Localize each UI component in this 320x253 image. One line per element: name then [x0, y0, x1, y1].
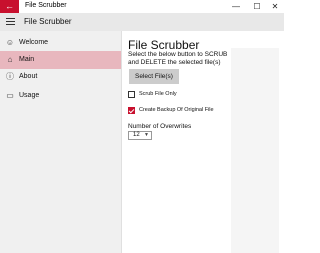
app-name: File Scrubber [24, 17, 72, 26]
window-title: File Scrubber [25, 2, 67, 9]
sidebar-item-welcome[interactable]: ☺ Welcome [0, 34, 121, 52]
create-backup-label: Create Backup Of Original File [139, 107, 214, 113]
sidebar-item-label: About [19, 73, 38, 80]
instructions-text: Select the below button to SCRUB and DEL… [128, 51, 228, 66]
hamburger-menu-icon[interactable] [6, 18, 15, 26]
page-title: File Scrubber [128, 38, 200, 52]
scrub-only-checkbox[interactable] [128, 91, 135, 98]
back-button[interactable]: ← [0, 0, 19, 13]
chevron-down-icon: ▼ [144, 132, 149, 138]
overwrites-label: Number of Overwrites [128, 123, 192, 130]
close-button[interactable]: ✕ [268, 1, 282, 12]
smiley-icon: ☺ [5, 38, 15, 47]
home-icon: ⌂ [7, 55, 13, 64]
sidebar-item-about[interactable]: ⓘ About [0, 68, 121, 86]
minimize-icon: — [232, 2, 240, 11]
book-icon: ▭ [6, 91, 14, 100]
side-panel [231, 48, 279, 253]
sidebar-item-label: Welcome [19, 39, 49, 46]
back-arrow-icon: ← [5, 1, 14, 11]
scrub-only-label: Scrub File Only [139, 91, 177, 97]
maximize-button[interactable]: ☐ [250, 1, 264, 12]
sidebar-item-usage[interactable]: ▭ Usage [0, 87, 121, 105]
sidebar-item-label: Usage [19, 92, 40, 99]
app-header: File Scrubber [0, 13, 284, 31]
overwrites-dropdown[interactable]: 12 ▼ [128, 131, 152, 140]
minimize-button[interactable]: — [229, 1, 243, 12]
sidebar-item-label: Main [19, 56, 35, 63]
sidebar-item-main[interactable]: ⌂ Main [0, 51, 121, 69]
title-bar: ← File Scrubber — ☐ ✕ [0, 0, 284, 14]
overwrites-value: 12 [133, 132, 140, 138]
select-files-button[interactable]: Select File(s) [129, 69, 179, 84]
info-icon: ⓘ [6, 72, 14, 81]
sidebar: ☺ Welcome ⌂ Main ⓘ About ▭ Usage [0, 31, 122, 253]
close-icon: ✕ [271, 2, 279, 11]
create-backup-checkbox[interactable] [128, 107, 135, 114]
maximize-icon: ☐ [253, 2, 261, 11]
